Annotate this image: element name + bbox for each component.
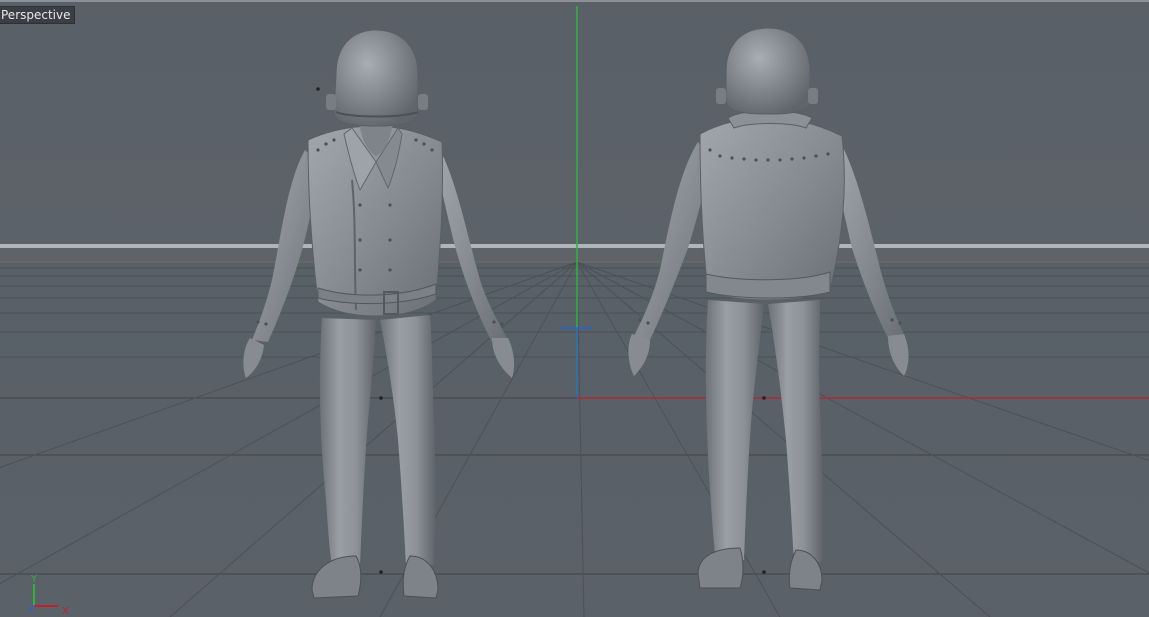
gizmo-z-axis: [29, 605, 35, 611]
viewport-scene[interactable]: [0, 0, 1149, 617]
3d-viewport[interactable]: Perspective Y X: [0, 0, 1149, 617]
character-front-view[interactable]: [243, 29, 515, 599]
character-back-view[interactable]: [628, 27, 909, 591]
axis-gizmo-icon: Y X: [29, 574, 69, 616]
floor-grid: [0, 261, 1149, 617]
horizon: [0, 244, 1149, 263]
gizmo-x-label: X: [62, 606, 69, 616]
gizmo-y-label: Y: [30, 574, 38, 585]
viewport-camera-label[interactable]: Perspective: [0, 6, 75, 24]
